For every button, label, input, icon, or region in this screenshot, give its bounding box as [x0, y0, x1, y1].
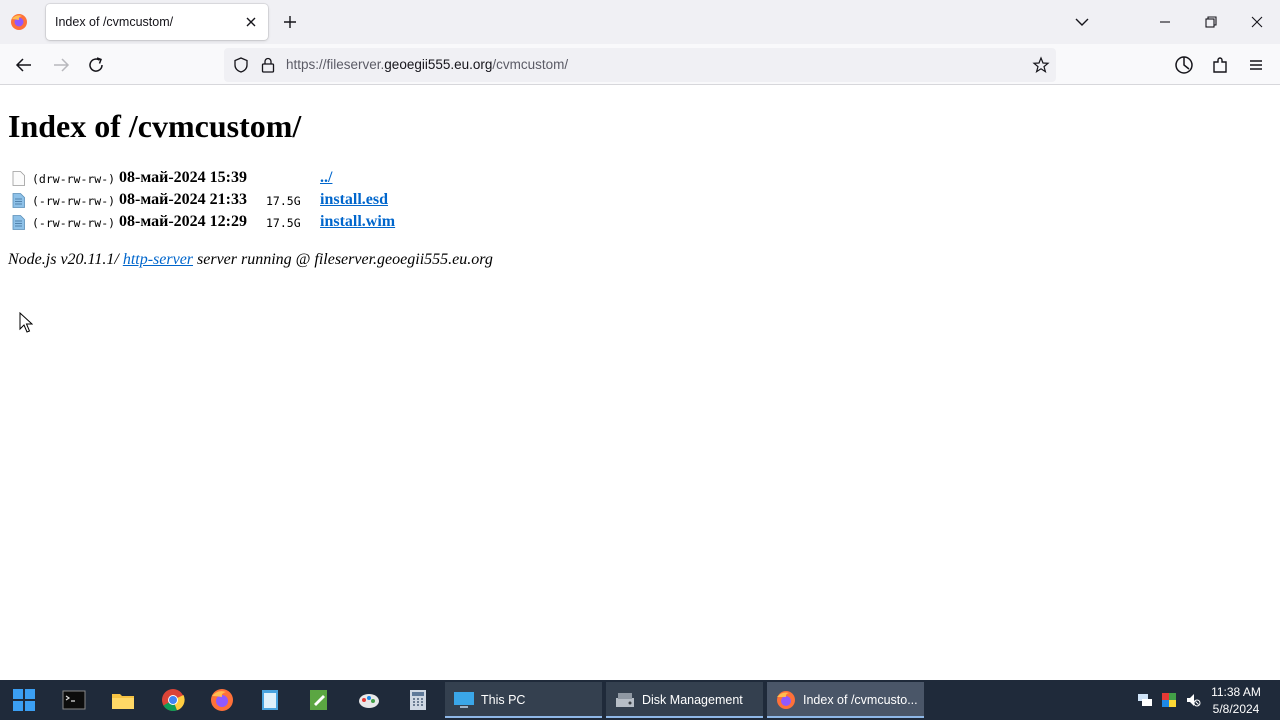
- file-link[interactable]: install.esd: [320, 191, 388, 209]
- minimize-icon[interactable]: [1155, 12, 1175, 32]
- modified-date: 08-май-2024 15:39: [119, 169, 247, 186]
- shield-icon[interactable]: [232, 56, 250, 74]
- firefox-icon[interactable]: [210, 688, 234, 712]
- window-label: Index of /cvmcusto...: [803, 693, 918, 707]
- permissions: (drw-rw-rw-): [32, 172, 116, 186]
- clock-date: 5/8/2024: [1212, 702, 1260, 716]
- url-bar[interactable]: https://fileserver.geoegii555.eu.org/cvm…: [224, 48, 1056, 82]
- footer-prefix: Node.js v20.11.1/: [8, 251, 123, 268]
- tab-title: Index of /cvmcustom/: [55, 15, 174, 29]
- window-label: Disk Management: [642, 693, 743, 707]
- editor-icon[interactable]: [307, 688, 331, 712]
- close-icon[interactable]: [242, 13, 260, 31]
- calculator-icon[interactable]: [406, 688, 430, 712]
- star-icon[interactable]: [1032, 56, 1050, 74]
- restore-icon[interactable]: [1201, 12, 1221, 32]
- file-size: 17.5G: [266, 194, 301, 208]
- permissions: (-rw-rw-rw-): [32, 216, 116, 230]
- window-close-icon[interactable]: [1247, 12, 1267, 32]
- mouse-cursor-icon: [19, 312, 33, 333]
- url-path: /cvmcustom/: [492, 57, 569, 72]
- folder-icon: [12, 171, 25, 186]
- file-size: 17.5G: [266, 216, 301, 230]
- taskbar: This PC Disk Management Index of /cvmcus…: [0, 680, 1280, 720]
- disk-icon: [616, 693, 634, 707]
- network-icon[interactable]: [1137, 692, 1153, 708]
- chrome-icon[interactable]: [161, 688, 185, 712]
- clock-time: 11:38 AM: [1211, 685, 1261, 699]
- forward-arrow-icon[interactable]: [50, 54, 72, 76]
- permissions: (-rw-rw-rw-): [32, 194, 116, 208]
- terminal-icon[interactable]: [62, 688, 86, 712]
- window-label: This PC: [481, 693, 526, 707]
- footer-suffix: server running @ fileserver.geoegii555.e…: [193, 251, 493, 268]
- file-explorer-icon[interactable]: [111, 688, 135, 712]
- windows-start-icon[interactable]: [12, 688, 36, 712]
- extensions-icon[interactable]: [1209, 54, 1231, 76]
- account-icon[interactable]: [1173, 54, 1195, 76]
- tab-active[interactable]: Index of /cvmcustom/: [46, 4, 268, 40]
- parent-dir-link[interactable]: ../: [320, 169, 332, 187]
- paint-icon[interactable]: [357, 688, 381, 712]
- volume-muted-icon[interactable]: [1185, 692, 1201, 708]
- file-link[interactable]: install.wim: [320, 213, 395, 231]
- notepad-icon[interactable]: [258, 688, 282, 712]
- reload-icon[interactable]: [85, 54, 107, 76]
- modified-date: 08-май-2024 12:29: [119, 213, 247, 230]
- taskbar-window-disk-management[interactable]: Disk Management: [606, 682, 763, 718]
- monitor-icon: [454, 692, 474, 708]
- lock-icon[interactable]: [260, 56, 276, 74]
- firefox-icon: [777, 691, 795, 709]
- server-footer: Node.js v20.11.1/ http-server server run…: [8, 251, 493, 269]
- new-tab-icon[interactable]: [280, 12, 300, 32]
- firefox-icon[interactable]: [10, 13, 28, 31]
- taskbar-clock[interactable]: 11:38 AM 5/8/2024: [1204, 684, 1268, 718]
- menu-icon[interactable]: [1245, 54, 1267, 76]
- file-icon: [12, 193, 25, 208]
- color-app-icon[interactable]: [1161, 692, 1177, 708]
- url-text[interactable]: https://fileserver.geoegii555.eu.org/cvm…: [286, 57, 568, 72]
- url-prefix: https://fileserver.: [286, 57, 385, 72]
- taskbar-window-this-pc[interactable]: This PC: [445, 682, 602, 718]
- chevron-down-icon[interactable]: [1072, 12, 1092, 32]
- taskbar-window-firefox[interactable]: Index of /cvmcusto...: [767, 682, 924, 718]
- nav-bar: https://fileserver.geoegii555.eu.org/cvm…: [0, 44, 1280, 85]
- back-arrow-icon[interactable]: [13, 54, 35, 76]
- tab-strip: Index of /cvmcustom/: [0, 0, 1280, 44]
- modified-date: 08-май-2024 21:33: [119, 191, 247, 208]
- http-server-link[interactable]: http-server: [123, 251, 193, 268]
- url-host: geoegii555.eu.org: [384, 57, 493, 72]
- file-icon: [12, 215, 25, 230]
- page-title: Index of /cvmcustom/: [8, 108, 302, 144]
- page-content: Index of /cvmcustom/ (drw-rw-rw-) 08-май…: [0, 86, 1280, 680]
